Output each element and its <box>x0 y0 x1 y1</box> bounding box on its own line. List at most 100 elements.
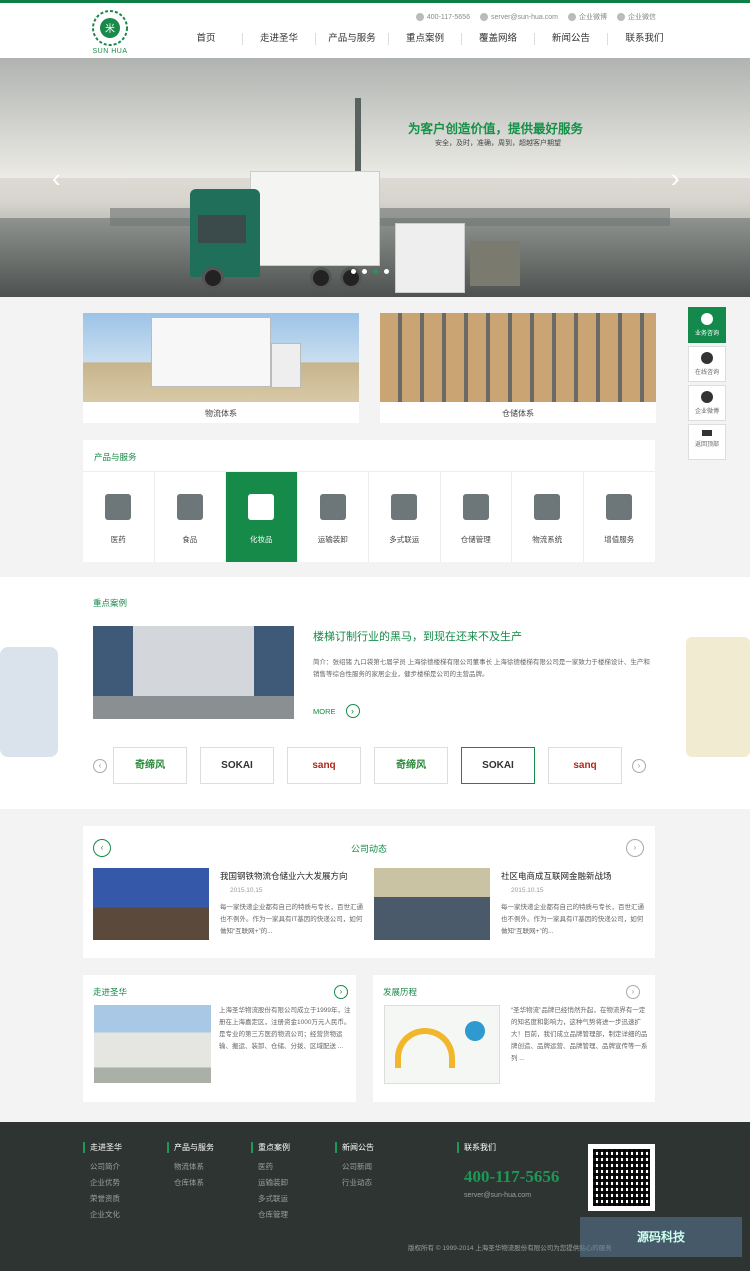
nav-contact[interactable]: 联系我们 <box>608 33 681 45</box>
news-image-1 <box>93 868 209 940</box>
banner-subtitle: 安全，及时，准确，周到，超越客户期望 <box>435 140 561 147</box>
footer-heading: 新闻公告 <box>335 1142 374 1153</box>
product-food[interactable]: 食品 <box>155 472 226 562</box>
nav-products[interactable]: 产品与服务 <box>316 33 389 45</box>
banner-truck2-image <box>395 223 465 293</box>
footer-link[interactable]: 行业动态 <box>335 1177 374 1188</box>
product-multimodal[interactable]: 多式联运 <box>369 472 441 562</box>
news-item-title[interactable]: 社区电商成互联网金融新战场 <box>501 870 612 882</box>
footer-col-news: 新闻公告 公司新闻 行业动态 <box>335 1142 374 1193</box>
banner-next-arrow[interactable]: › <box>671 163 680 194</box>
arrow-up-icon <box>702 430 712 436</box>
product-medicine[interactable]: 医药 <box>83 472 155 562</box>
floating-sidebar: 业务咨询 在线咨询 企业微博 返回顶部 <box>688 307 728 463</box>
case-more-link[interactable]: MORE › <box>313 704 360 718</box>
partner-logo-qilufeng[interactable]: 奇缔风 <box>374 747 448 784</box>
news-next-arrow[interactable]: › <box>626 839 644 857</box>
banner-dot[interactable] <box>384 269 389 274</box>
nav-network[interactable]: 覆盖网络 <box>462 33 535 45</box>
case-headline[interactable]: 楼梯订制行业的黑马，到现在还来不及生产 <box>313 628 522 644</box>
product-label: 医药 <box>110 535 126 544</box>
footer-link[interactable]: 多式联运 <box>251 1193 290 1204</box>
cosmetics-icon <box>248 494 275 520</box>
footer-link[interactable]: 运输装卸 <box>251 1177 290 1188</box>
product-cosmetics[interactable]: 化妆品 <box>226 472 298 562</box>
footer-col-cases: 重点案例 医药 运输装卸 多式联运 仓库管理 <box>251 1142 290 1225</box>
footer-link[interactable]: 荣誉资质 <box>83 1193 122 1204</box>
product-label: 仓储管理 <box>460 535 491 544</box>
sidebar-label: 企业微博 <box>694 409 719 415</box>
email-link[interactable]: server@sun-hua.com <box>479 12 558 22</box>
product-grid: 医药 食品 化妆品 运输装卸 多式联运 仓储管理 物流系统 增值服务 <box>83 472 655 562</box>
product-warehouse[interactable]: 仓储管理 <box>441 472 512 562</box>
news-item-date: 2015.10.15 <box>511 887 544 894</box>
footer-col-about: 走进圣华 公司简介 企业优势 荣誉资质 企业文化 <box>83 1142 122 1225</box>
history-title: 发展历程 <box>383 987 418 997</box>
footer-link[interactable]: 物流体系 <box>167 1161 214 1172</box>
history-section: 发展历程 › “圣华物流”品牌已经悄然升起，在物流界有一定的知名度和影响力，这种… <box>373 975 655 1102</box>
product-label: 化妆品 <box>250 535 273 544</box>
logo[interactable]: 米 SUN HUA <box>86 8 134 58</box>
warehouse-icon <box>462 494 489 520</box>
logistics-system-card[interactable]: 物流体系 <box>83 313 359 423</box>
partner-logo-sanq[interactable]: sanq <box>548 747 622 784</box>
footer-link[interactable]: 企业文化 <box>83 1209 122 1220</box>
footer-link[interactable]: 仓库体系 <box>167 1177 214 1188</box>
footer-link[interactable]: 仓库管理 <box>251 1209 290 1220</box>
wechat-link[interactable]: 企业微信 <box>617 12 656 22</box>
partner-logo-sokai-active[interactable]: SOKAI <box>461 747 535 784</box>
logos-prev-arrow[interactable]: ‹ <box>93 759 107 773</box>
partner-logo-sanq[interactable]: sanq <box>287 747 361 784</box>
sidebar-back-to-top[interactable]: 返回顶部 <box>688 424 726 460</box>
nav-about[interactable]: 走进圣华 <box>243 33 316 45</box>
weibo-link[interactable]: 企业微博 <box>568 12 607 22</box>
sidebar-weibo[interactable]: 企业微博 <box>688 385 726 421</box>
footer-email[interactable]: server@sun-hua.com <box>464 1192 531 1199</box>
partner-logo-qilufeng[interactable]: 奇缔风 <box>113 747 187 784</box>
product-logistics-system[interactable]: 物流系统 <box>512 472 584 562</box>
footer-col-products: 产品与服务 物流体系 仓库体系 <box>167 1142 214 1193</box>
banner-dot[interactable] <box>362 269 367 274</box>
warehouse-system-card[interactable]: 仓储体系 <box>380 313 656 423</box>
banner-pagination <box>351 269 389 274</box>
product-label: 物流系统 <box>532 535 563 544</box>
sidebar-label: 业务咨询 <box>694 331 719 337</box>
partner-logo-sokai[interactable]: SOKAI <box>200 747 274 784</box>
product-label: 食品 <box>182 535 198 544</box>
banner-dot[interactable] <box>351 269 356 274</box>
footer-heading: 重点案例 <box>251 1142 290 1153</box>
banner-slogan: 为客户创造价值，提供最好服务 <box>408 122 584 136</box>
news-item-date: 2015.10.15 <box>230 887 263 894</box>
footer-link[interactable]: 企业优势 <box>83 1177 122 1188</box>
sidebar-online-consult[interactable]: 在线咨询 <box>688 346 726 382</box>
footer-link[interactable]: 医药 <box>251 1161 290 1172</box>
product-transport[interactable]: 运输装卸 <box>298 472 369 562</box>
history-more-arrow[interactable]: › <box>626 985 640 999</box>
banner-truck3-image <box>470 241 520 286</box>
products-title: 产品与服务 <box>94 452 137 462</box>
nav-cases[interactable]: 重点案例 <box>389 33 462 45</box>
banner-dot-active[interactable] <box>373 269 378 274</box>
logos-next-arrow[interactable]: › <box>632 759 646 773</box>
weibo-icon <box>568 13 576 21</box>
chat-icon <box>701 352 713 364</box>
footer-link[interactable]: 公司新闻 <box>335 1161 374 1172</box>
logo-emblem-icon: 米 <box>92 10 128 46</box>
product-label: 多式联运 <box>389 535 420 544</box>
wechat-icon <box>617 13 625 21</box>
footer-link[interactable]: 公司简介 <box>83 1161 122 1172</box>
news-item-desc: 每一家快递企业都有自己的特质与专长，百世汇通也不例外。作为一家具有IT基因的快递… <box>220 904 363 935</box>
phone-icon <box>415 13 424 21</box>
phone-link[interactable]: 400-117-5656 <box>415 12 470 22</box>
nav-home[interactable]: 首页 <box>170 33 243 45</box>
news-item-title[interactable]: 我国钢铁物流仓储业六大发展方向 <box>220 870 348 882</box>
about-description: 上海圣华物流股份有限公司成立于1999年，注册在上海嘉定区，注册资金1000万元… <box>219 1007 351 1050</box>
product-value-added[interactable]: 增值服务 <box>584 472 656 562</box>
banner-prev-arrow[interactable]: ‹ <box>52 163 61 194</box>
truck-icon <box>319 494 346 520</box>
hero-banner: 为客户创造价值，提供最好服务 安全，及时，准确，周到，超越客户期望 ‹ › <box>0 58 750 297</box>
nav-news[interactable]: 新闻公告 <box>535 33 608 45</box>
sidebar-business-consult[interactable]: 业务咨询 <box>688 307 726 343</box>
footer-heading: 产品与服务 <box>167 1142 214 1153</box>
about-more-arrow[interactable]: › <box>334 985 348 999</box>
